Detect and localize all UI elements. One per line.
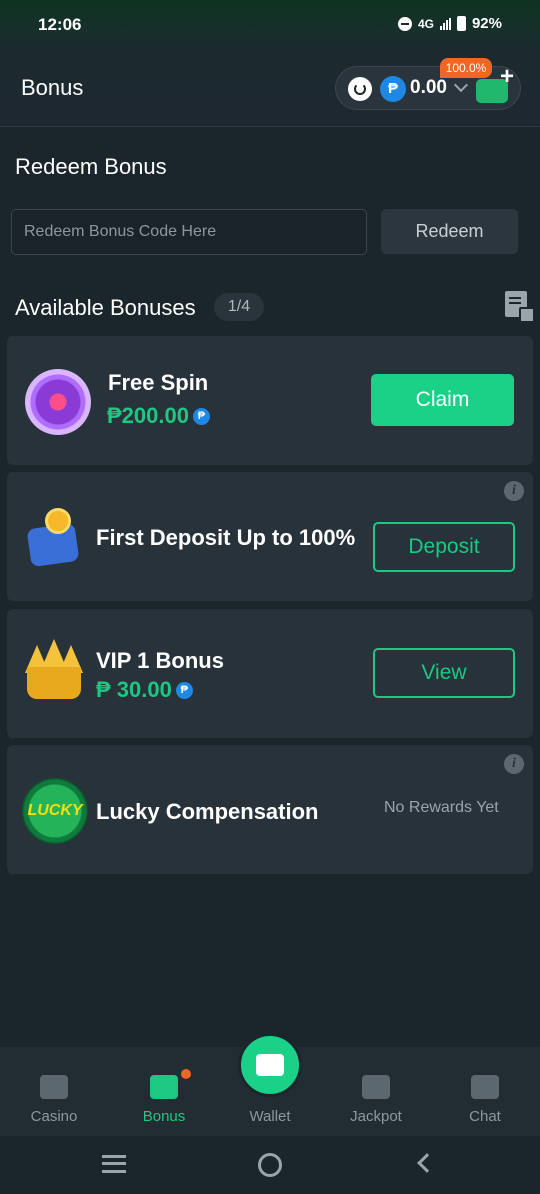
percent-badge: 100.0% (440, 58, 492, 78)
deposit-button[interactable]: Deposit (373, 522, 515, 572)
balance-amount: 0.00 (410, 77, 447, 98)
page-title: Bonus (21, 75, 84, 100)
bonus-amount-value: ₱ 30.00 (96, 677, 172, 702)
bonus-amount: ₱200.00 ₱ (107, 403, 210, 429)
bonus-title: VIP 1 Bonus (96, 648, 224, 673)
chat-icon (471, 1075, 499, 1099)
balance-pill[interactable]: ₱ 0.00 (335, 63, 521, 110)
history-icon[interactable] (505, 291, 535, 323)
nav-label: Jackpot (350, 1108, 402, 1125)
redeem-title: Redeem Bonus (15, 154, 167, 179)
trophy-icon (362, 1075, 390, 1099)
nav-casino[interactable]: Casino (0, 1047, 108, 1136)
info-icon[interactable]: i (504, 481, 524, 501)
lucky-badge-icon: LUCKY (22, 778, 88, 844)
bonus-card-first-deposit: i First Deposit Up to 100% Deposit (7, 472, 533, 601)
no-rewards-status: No Rewards Yet (384, 799, 499, 816)
cards-icon (40, 1075, 68, 1099)
nav-bonus[interactable]: Bonus (110, 1047, 218, 1136)
refresh-icon[interactable] (348, 77, 372, 101)
home-icon[interactable] (258, 1153, 282, 1177)
recent-apps-icon[interactable] (102, 1155, 126, 1173)
status-indicators: 4G 92% (397, 15, 502, 32)
nav-chat[interactable]: Chat (431, 1047, 539, 1136)
bonus-amount: ₱ 30.00 ₱ (96, 677, 193, 703)
bonus-amount-value: ₱200.00 (107, 403, 189, 428)
nav-label: Wallet (249, 1108, 291, 1125)
notification-dot (181, 1069, 191, 1079)
redeem-button[interactable]: Redeem (381, 209, 518, 254)
bottom-nav: Casino Bonus Wallet Jackpot Chat (0, 1033, 540, 1136)
status-time: 12:06 (38, 15, 82, 34)
back-icon[interactable] (417, 1153, 437, 1173)
bonus-card-vip: VIP 1 Bonus ₱ 30.00 ₱ View (7, 609, 533, 738)
peso-coin-icon: ₱ (380, 76, 406, 102)
battery-icon (456, 16, 466, 31)
spin-wheel-icon (25, 369, 91, 435)
nav-label: Casino (30, 1108, 78, 1125)
bonus-card-lucky-compensation: i LUCKY Lucky Compensation No Rewards Ye… (7, 745, 533, 874)
peso-coin-icon: ₱ (175, 681, 193, 699)
available-bonuses-title: Available Bonuses (15, 295, 196, 320)
wallet-icon[interactable] (238, 1033, 302, 1097)
info-icon[interactable]: i (504, 754, 524, 774)
view-button[interactable]: View (373, 648, 515, 698)
bonus-title: Free Spin (108, 370, 209, 395)
nav-label: Bonus (142, 1108, 186, 1125)
network-type: 4G (417, 16, 434, 31)
claim-button[interactable]: Claim (371, 374, 514, 426)
bonus-title: First Deposit Up to 100% (96, 525, 356, 550)
gift-icon (150, 1075, 178, 1099)
do-not-disturb-icon (397, 16, 412, 31)
status-bar: 12:06 4G 92% (0, 0, 540, 50)
signal-icon (439, 17, 451, 30)
bonus-title: Lucky Compensation (96, 799, 319, 824)
peso-coin-icon: ₱ (192, 407, 210, 425)
wallet-coins-icon (26, 508, 83, 568)
chevron-down-icon[interactable] (453, 77, 469, 93)
battery-level: 92% (471, 15, 502, 32)
nav-jackpot[interactable]: Jackpot (322, 1047, 430, 1136)
redeem-code-input[interactable] (11, 209, 367, 255)
crown-icon (21, 639, 87, 703)
nav-label: Chat (469, 1108, 501, 1125)
bonus-card-free-spin: Free Spin ₱200.00 ₱ Claim (7, 336, 533, 465)
system-nav-bar (0, 1136, 540, 1194)
wallet-add-icon[interactable] (476, 63, 514, 103)
bonus-count-badge: 1/4 (214, 293, 264, 321)
